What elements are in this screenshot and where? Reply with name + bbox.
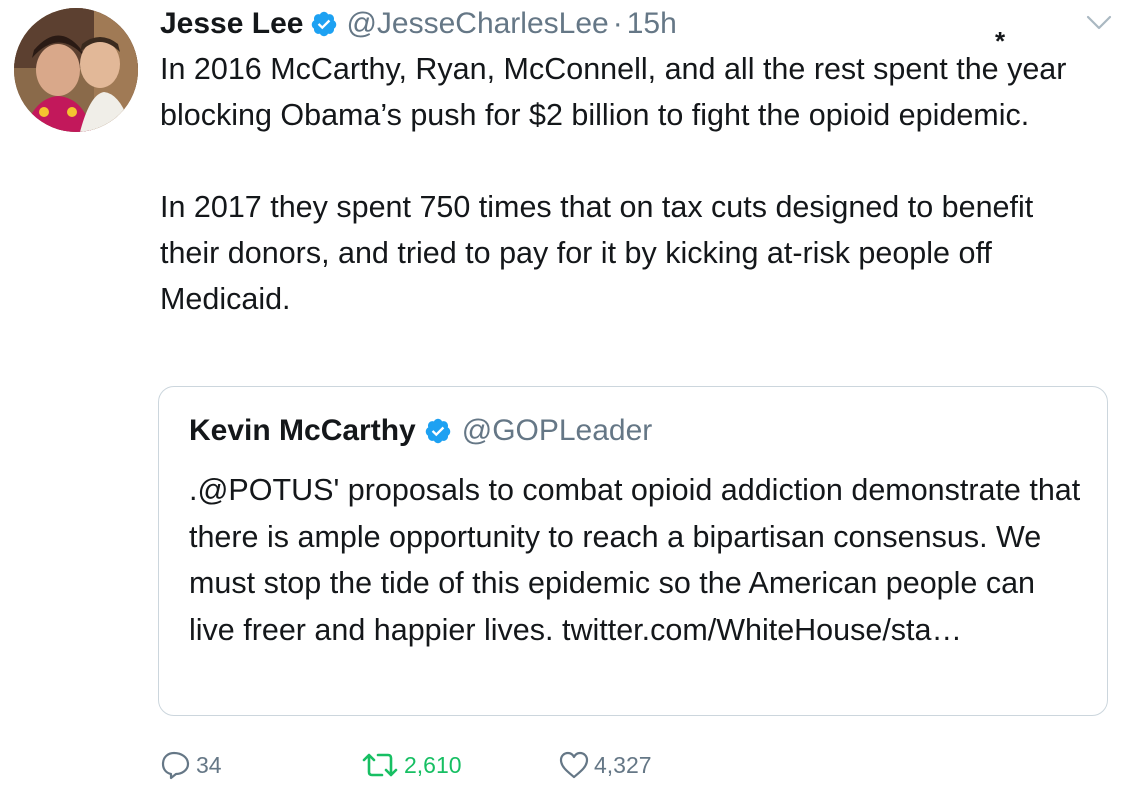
- verified-badge-icon: [310, 10, 338, 38]
- quoted-tweet[interactable]: Kevin McCarthy @GOPLeader .@POTUS' propo…: [158, 386, 1108, 716]
- tweet-paragraph: In 2016 McCarthy, Ryan, McConnell, and a…: [160, 52, 1067, 132]
- retweet-count: 2,610: [404, 751, 462, 778]
- separator-dot: ·: [612, 7, 623, 40]
- tweet-text: In 2016 McCarthy, Ryan, McConnell, and a…: [160, 46, 1100, 322]
- like-count: 4,327: [594, 751, 652, 778]
- tweet-paragraph: In 2017 they spent 750 times that on tax…: [160, 190, 1034, 316]
- quoted-tweet-header: Kevin McCarthy @GOPLeader: [189, 409, 652, 453]
- avatar[interactable]: [14, 8, 138, 132]
- tweet[interactable]: Jesse Lee @JesseCharlesLee · 15h * In 20…: [0, 0, 1125, 797]
- timestamp[interactable]: 15h: [627, 7, 677, 41]
- reply-count: 34: [196, 751, 222, 778]
- reply-button[interactable]: 34: [160, 745, 222, 785]
- like-button[interactable]: 4,327: [558, 745, 652, 785]
- heart-icon: [559, 751, 589, 779]
- author-name[interactable]: Jesse Lee: [160, 7, 303, 41]
- verified-badge-icon: [424, 417, 452, 445]
- author-handle[interactable]: @JesseCharlesLee: [346, 7, 608, 41]
- retweet-icon: [362, 753, 398, 777]
- chevron-down-icon[interactable]: [1086, 14, 1112, 32]
- tweet-actions: 34 2,610 4,327: [160, 745, 760, 785]
- quoted-author-handle: @GOPLeader: [461, 414, 653, 447]
- retweet-button[interactable]: 2,610: [360, 745, 462, 785]
- tweet-header: Jesse Lee @JesseCharlesLee · 15h: [160, 4, 677, 44]
- quoted-author-name: Kevin McCarthy: [189, 414, 416, 447]
- reply-bubble-icon: [161, 751, 190, 780]
- quoted-tweet-text: .@POTUS' proposals to combat opioid addi…: [189, 473, 1081, 647]
